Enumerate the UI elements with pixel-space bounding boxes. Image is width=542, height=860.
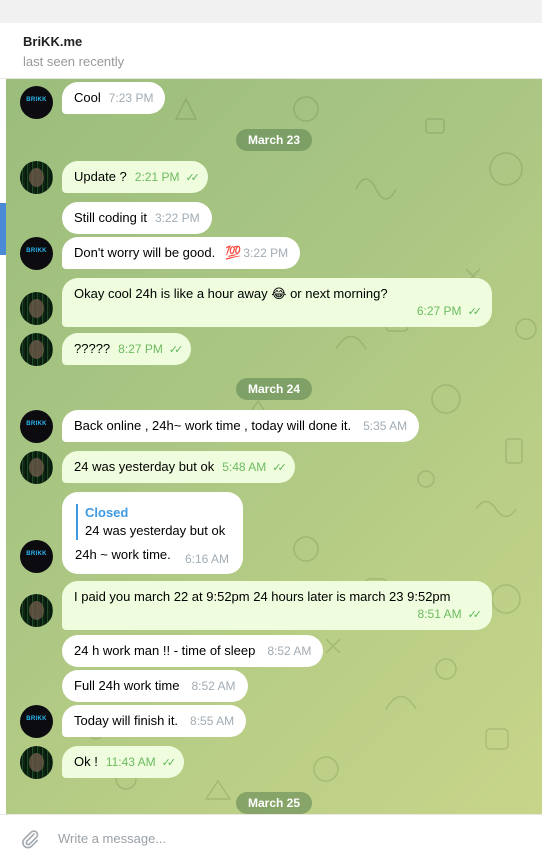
hundred-points-emoji: 💯 [225, 245, 242, 260]
message-composer [0, 814, 542, 860]
read-check-icon: ✓✓ [168, 344, 184, 356]
avatar-logo-text: BRIKK [26, 248, 47, 254]
message-bubble-incoming[interactable]: Don't worry will be good. 💯 3:22 PM [62, 237, 301, 269]
message-bubble-incoming[interactable]: Back online , 24h~ work time , today wil… [62, 410, 420, 442]
message-text: 24h ~ work time. [75, 547, 171, 562]
message-bubble-incoming[interactable]: Today will finish it. 8:55 AM [62, 705, 247, 737]
message-time: 8:27 PM [118, 342, 163, 356]
date-separator: March 25 [236, 792, 313, 814]
message-bubble-incoming[interactable]: 24 h work man !! - time of sleep 8:52 AM [62, 635, 324, 667]
message-bubble-outgoing[interactable]: ????? 8:27 PM ✓✓ [62, 333, 192, 365]
message-time: 8:52 AM [191, 679, 236, 693]
avatar-user[interactable] [20, 594, 53, 627]
date-separator: March 23 [236, 129, 313, 151]
read-check-icon: ✓✓ [467, 609, 483, 621]
avatar-user[interactable] [20, 292, 53, 325]
chat-header[interactable]: BriKK.me last seen recently [0, 23, 542, 79]
message-text: Still coding it [74, 210, 147, 225]
message-time: 3:22 PM [243, 246, 289, 260]
read-check-icon: ✓✓ [161, 757, 177, 769]
read-check-icon: ✓✓ [272, 462, 287, 474]
message-bubble-outgoing[interactable]: Update ? 2:21 PM ✓✓ [62, 161, 208, 193]
message-bubble-incoming[interactable]: Cool 7:23 PM [62, 82, 166, 114]
message-time: 3:22 PM [154, 211, 200, 225]
message-text: Back online , 24h~ work time , today wil… [74, 418, 352, 433]
avatar-brikk[interactable]: BRIKK [20, 86, 53, 119]
paperclip-icon[interactable] [19, 828, 41, 850]
message-input[interactable] [58, 827, 518, 849]
read-check-icon: ✓✓ [185, 172, 200, 184]
reply-quote-author[interactable]: Closed [85, 505, 128, 520]
read-check-icon: ✓✓ [467, 306, 483, 318]
message-time: 5:35 AM [363, 419, 408, 433]
message-bubble-outgoing[interactable]: 24 was yesterday but ok 5:48 AM ✓✓ [62, 451, 295, 483]
avatar-brikk[interactable]: BRIKK [20, 705, 53, 738]
message-text: 24 was yesterday but ok [74, 459, 215, 474]
reply-accent-bar [76, 504, 78, 540]
message-text: Today will finish it. [74, 713, 179, 728]
message-time: 6:16 AM [185, 552, 230, 566]
message-text: Cool [74, 90, 101, 105]
reply-message-bubble[interactable]: Closed 24 was yesterday but ok 24h ~ wor… [62, 492, 243, 574]
message-text: Ok ! [74, 754, 98, 769]
message-text: Don't worry will be good. [74, 245, 216, 260]
chat-title[interactable]: BriKK.me [23, 34, 82, 49]
message-time: 6:27 PM [416, 304, 462, 318]
message-list[interactable]: BRIKK Cool 7:23 PM March 23 Update ? 2:21 … [6, 79, 542, 814]
message-bubble-incoming[interactable]: Full 24h work time 8:52 AM [62, 670, 248, 702]
message-bubble-incoming[interactable]: Still coding it 3:22 PM [62, 202, 212, 234]
message-time: 8:55 AM [190, 714, 235, 728]
message-text: ????? [74, 341, 111, 356]
message-bubble-outgoing[interactable]: Ok ! 11:43 AM ✓✓ [62, 746, 185, 778]
avatar-logo-text: BRIKK [26, 716, 47, 722]
message-text: 24 h work man !! - time of sleep [74, 643, 256, 658]
avatar-brikk[interactable]: BRIKK [20, 540, 53, 573]
message-text: Update ? [74, 169, 127, 184]
message-text: Full 24h work time [74, 678, 180, 693]
avatar-logo-text: BRIKK [26, 551, 47, 557]
chat-status: last seen recently [23, 54, 125, 69]
message-time: 11:43 AM [105, 755, 156, 769]
message-time: 8:52 AM [267, 644, 312, 658]
avatar-logo-text: BRIKK [26, 97, 47, 103]
avatar-user[interactable] [20, 746, 53, 779]
avatar-user[interactable] [20, 451, 53, 484]
message-time: 2:21 PM [134, 170, 180, 184]
message-time: 8:51 AM [417, 607, 462, 621]
window-top-strip [0, 0, 542, 23]
avatar-user[interactable] [20, 161, 53, 194]
message-bubble-outgoing[interactable]: I paid you march 22 at 9:52pm 24 hours l… [62, 581, 492, 630]
avatar-user[interactable] [20, 333, 53, 366]
avatar-brikk[interactable]: BRIKK [20, 237, 53, 270]
message-text: Okay cool 24h is like a hour away 😂 or n… [74, 286, 388, 301]
reply-quote-text[interactable]: 24 was yesterday but ok [85, 523, 225, 538]
date-separator: March 24 [236, 378, 313, 400]
avatar-logo-text: BRIKK [26, 421, 47, 427]
message-text: I paid you march 22 at 9:52pm 24 hours l… [74, 589, 451, 604]
message-bubble-outgoing[interactable]: Okay cool 24h is like a hour away 😂 or n… [62, 278, 492, 327]
message-time: 7:23 PM [108, 91, 154, 105]
avatar-brikk[interactable]: BRIKK [20, 410, 53, 443]
message-time: 5:48 AM [222, 460, 267, 474]
